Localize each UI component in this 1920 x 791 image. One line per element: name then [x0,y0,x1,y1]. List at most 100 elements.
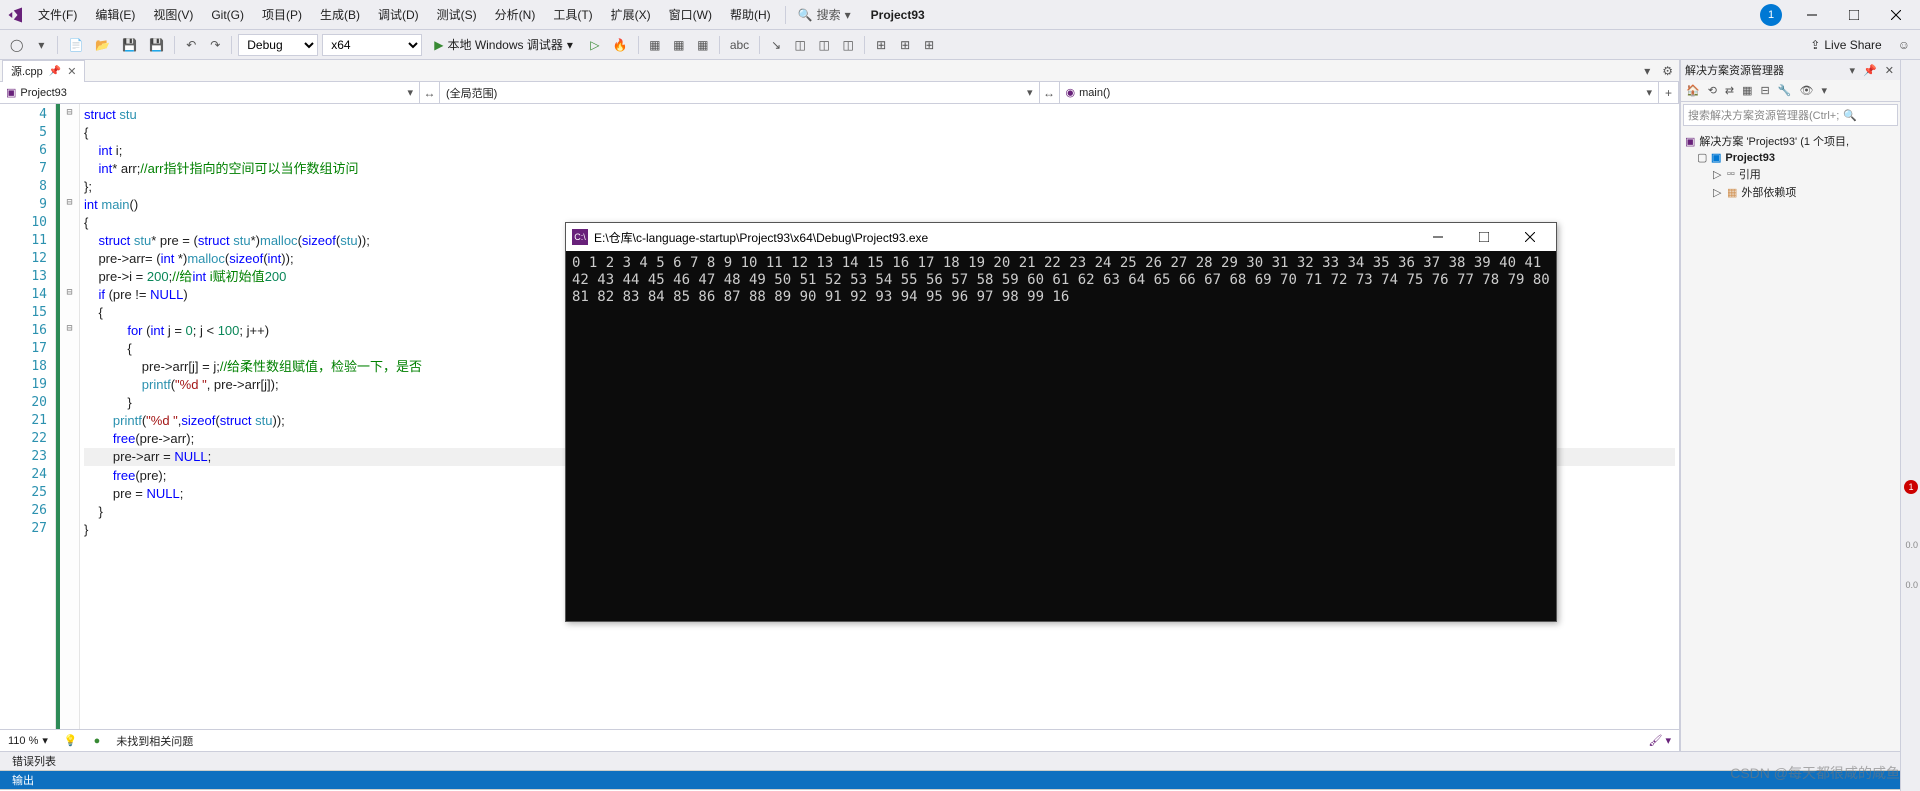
live-share-button[interactable]: ⇪ Live Share [1802,36,1889,54]
nav-split[interactable]: ↔ [420,82,440,103]
issues-label: 未找到相关问题 [116,733,193,749]
open-folder-button[interactable]: 📂 [91,34,114,56]
menu-project[interactable]: 项目(P) [254,2,310,27]
expand-icon[interactable]: ▷ [1713,168,1723,181]
console-maximize[interactable] [1464,224,1504,250]
tb-icon-6[interactable]: ◫ [790,34,810,56]
pin-icon[interactable]: 📌 [49,66,61,77]
tab-output[interactable]: 输出 [0,771,1920,790]
console-window[interactable]: C:\ E:\仓库\c-language-startup\Project93\x… [565,222,1557,622]
tree-references[interactable]: ▷ ▫▫ 引用 [1685,165,1896,183]
tb-icon-5[interactable]: ↘ [766,34,786,56]
dropdown-icon[interactable]: ▾ [1848,64,1858,77]
save-all-button[interactable]: 💾 [145,34,168,56]
tree-external[interactable]: ▷ ▦ 外部依赖项 [1685,183,1896,201]
tree-root[interactable]: ▣ 解决方案 'Project93' (1 个项目, [1685,132,1896,150]
expand-icon[interactable]: ▢ [1697,151,1707,164]
nav-member-label: main() [1079,87,1110,99]
hot-reload-button[interactable]: 🔥 [609,34,632,56]
collapse-icon[interactable]: ⊟ [1758,82,1773,99]
menu-analyze[interactable]: 分析(N) [487,2,544,27]
console-minimize[interactable] [1418,224,1458,250]
nav-member[interactable]: ◉ main() ▾ [1060,82,1660,103]
solution-search[interactable]: 搜索解决方案资源管理器(Ctrl+; 🔍 [1683,104,1898,126]
tb-icon-8[interactable]: ◫ [838,34,858,56]
undo-button[interactable]: ↶ [181,34,201,56]
tab-source-cpp[interactable]: 源.cpp 📌 ✕ [2,60,85,82]
tb-icon-7[interactable]: ◫ [814,34,834,56]
menu-window[interactable]: 窗口(W) [661,2,720,27]
menu-extensions[interactable]: 扩展(X) [603,2,659,27]
nav-scope[interactable]: (全局范围) ▾ [440,82,1040,103]
maximize-button[interactable] [1834,1,1874,29]
menu-tools[interactable]: 工具(T) [545,2,600,27]
forward-button[interactable]: ▾ [31,34,51,56]
console-title-bar[interactable]: C:\ E:\仓库\c-language-startup\Project93\x… [566,223,1556,251]
close-icon[interactable]: ✕ [67,65,76,78]
nav-split2[interactable]: ↔ [1040,82,1060,103]
search-icon: 🔍 [1843,109,1857,122]
home-icon[interactable]: 🏠 [1683,82,1703,99]
minimize-button[interactable] [1792,1,1832,29]
menu-test[interactable]: 测试(S) [429,2,485,27]
switch-view-icon[interactable]: ⟲ [1705,82,1720,99]
project-icon: ▣ [1711,151,1721,164]
outline-column[interactable]: ⊟⊟⊟⊟ [60,104,80,729]
chevron-down-icon[interactable]: ▾ [1638,64,1656,78]
properties-icon[interactable]: 🔧 [1775,82,1795,99]
live-share-label: Live Share [1824,38,1881,52]
tb-icon-3[interactable]: ▦ [693,34,713,56]
brush-icon[interactable]: 🖌 ▾ [1648,734,1671,747]
nav-add[interactable]: + [1659,82,1679,103]
filter-icon[interactable]: ▾ [1818,82,1830,99]
menu-file[interactable]: 文件(F) [30,2,85,27]
vs-logo-icon [4,3,28,27]
solution-explorer: 解决方案资源管理器 ▾ 📌 ✕ 🏠 ⟲ ⇄ ▦ ⊟ 🔧 👁 ▾ 搜索解决方案资源… [1680,60,1900,751]
tb-icon-1[interactable]: ▦ [645,34,665,56]
back-button[interactable]: ◯ [6,34,27,56]
close-icon[interactable]: ✕ [1883,64,1896,77]
show-all-icon[interactable]: ▦ [1739,82,1755,99]
menu-debug[interactable]: 调试(D) [370,2,427,27]
menu-view[interactable]: 视图(V) [145,2,201,27]
line-gutter: 4567891011121314151617181920212223242526… [0,104,56,729]
menu-help[interactable]: 帮助(H) [722,2,779,27]
start-nodebug-button[interactable]: ▷ [585,34,605,56]
new-item-button[interactable]: 📄 [64,34,87,56]
tb-icon-4[interactable]: abc [726,34,753,56]
menu-bar: 文件(F) 编辑(E) 视图(V) Git(G) 项目(P) 生成(B) 调试(… [0,0,1920,30]
nav-project[interactable]: ▣ Project93 ▾ [0,82,420,103]
redo-button[interactable]: ↷ [205,34,225,56]
console-output[interactable]: 0 1 2 3 4 5 6 7 8 9 10 11 12 13 14 15 16… [566,251,1556,621]
tb-icon-9[interactable]: ⊞ [871,34,891,56]
sync-icon[interactable]: ⇄ [1722,82,1737,99]
start-debug-button[interactable]: ▶ 本地 Windows 调试器 ▾ [426,34,581,55]
gear-icon[interactable]: ⚙ [1656,64,1679,78]
tab-error-list[interactable]: 错误列表 [0,752,1920,771]
close-button[interactable] [1876,1,1916,29]
project-icon: ▣ [6,86,16,99]
tb-icon-11[interactable]: ⊞ [919,34,939,56]
user-badge[interactable]: 1 [1760,4,1782,26]
feedback-button[interactable]: ☺ [1894,34,1914,56]
tree-project[interactable]: ▢ ▣ Project93 [1685,150,1896,165]
chevron-down-icon: ▾ [845,8,851,22]
preview-icon[interactable]: 👁 [1796,82,1816,99]
menu-git[interactable]: Git(G) [203,4,252,26]
config-select[interactable]: Debug [238,34,318,56]
menu-build[interactable]: 生成(B) [312,2,368,27]
tb-icon-2[interactable]: ▦ [669,34,689,56]
pin-icon[interactable]: 📌 [1861,64,1879,77]
notification-badge[interactable]: 1 [1904,480,1918,494]
lightbulb-icon[interactable]: 💡 [64,734,78,747]
save-button[interactable]: 💾 [118,34,141,56]
tab-label: 源.cpp [11,63,43,79]
zoom-control[interactable]: 110 % ▾ [8,734,48,747]
platform-select[interactable]: x64 [322,34,422,56]
menu-edit[interactable]: 编辑(E) [87,2,143,27]
tb-icon-10[interactable]: ⊞ [895,34,915,56]
share-icon: ⇪ [1810,38,1820,52]
expand-icon[interactable]: ▷ [1713,186,1723,199]
search-box[interactable]: 🔍 搜索 ▾ [792,4,857,25]
console-close[interactable] [1510,224,1550,250]
